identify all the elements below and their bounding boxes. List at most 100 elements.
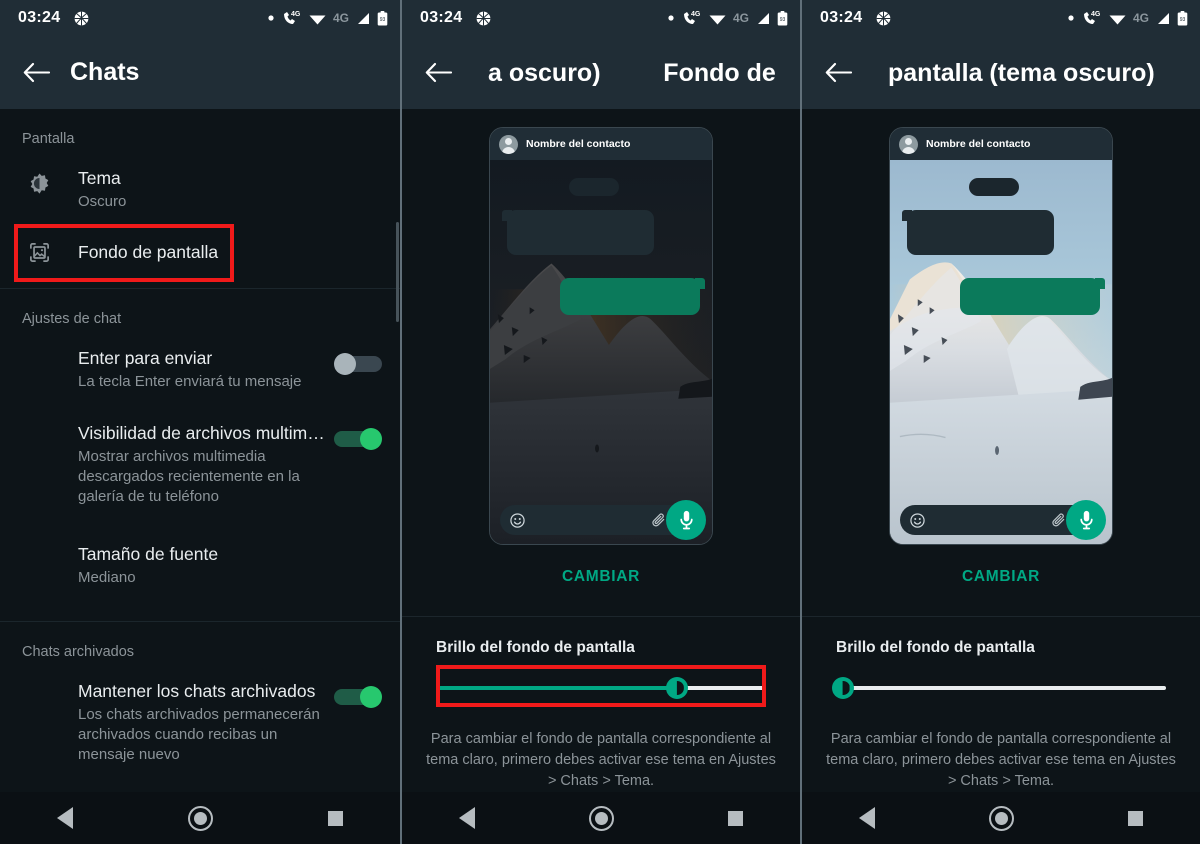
slider-thumb[interactable] <box>665 677 688 699</box>
settings-row-tamano-de-fuente[interactable]: Tamaño de fuente Mediano <box>0 536 400 595</box>
dot-icon <box>668 15 674 21</box>
back-button[interactable] <box>418 62 458 83</box>
brightness-hint: Para cambiar el fondo de pantalla corres… <box>426 731 776 789</box>
brightness-slider-area <box>402 657 800 707</box>
nav-back-icon[interactable] <box>57 807 74 829</box>
android-nav-bar <box>802 792 1200 844</box>
chat-preview-header: Nombre del contacto <box>890 128 1112 160</box>
nav-recents-icon[interactable] <box>1128 810 1143 826</box>
back-button[interactable] <box>818 62 858 83</box>
brightness-hint: Para cambiar el fondo de pantalla corres… <box>826 731 1176 789</box>
svg-text:4G: 4G <box>1091 11 1101 18</box>
settings-row-mantener-chats-archivados[interactable]: Mantener los chats archivados Los chats … <box>0 673 400 772</box>
brightness-slider[interactable] <box>436 677 766 699</box>
page-title: Chats <box>70 58 140 86</box>
arrow-back-icon <box>425 62 452 83</box>
basketball-icon <box>877 11 891 25</box>
arrow-back-icon <box>825 62 852 83</box>
settings-row-tamano-title: Tamaño de fuente <box>78 544 219 564</box>
brightness-slider[interactable] <box>831 677 1166 699</box>
settings-row-fondo-de-pantalla[interactable]: Fondo de pantalla <box>0 219 400 286</box>
change-wallpaper-button[interactable]: CAMBIAR <box>402 545 800 586</box>
brightness-slider-area <box>802 657 1200 699</box>
wifi-icon <box>1109 15 1126 24</box>
microphone-icon[interactable] <box>1066 500 1106 540</box>
panel-wallpaper-dark-bright: 03:24 4G 4G 93 pantalla (tema oscuro) No… <box>800 0 1200 844</box>
dot-icon <box>1068 15 1074 21</box>
chat-preview-wrapper: Nombre del contacto <box>402 109 800 545</box>
battery-icon: 93 <box>1177 10 1188 25</box>
settings-row-enter-subtitle: La tecla Enter enviará tu mensaje <box>78 373 302 390</box>
brightness-label: Brillo del fondo de pantalla <box>836 639 1035 656</box>
incoming-bubble-placeholder <box>502 210 654 255</box>
toolbar-wallpaper: a oscuro) Fondo de p <box>402 36 800 109</box>
android-nav-bar <box>402 792 800 844</box>
status-bar-time: 03:24 <box>18 9 61 26</box>
chat-bubbles <box>890 160 1112 544</box>
signal-4g-label: 4G <box>1132 11 1149 25</box>
status-bar-icons: 4G 4G 93 <box>267 10 388 26</box>
call-4g-icon: 4G <box>1083 11 1101 24</box>
nav-home-icon[interactable] <box>589 805 614 831</box>
settings-row-tema[interactable]: Tema Oscuro <box>0 160 400 219</box>
date-chip-placeholder <box>969 178 1019 196</box>
emoji-icon[interactable] <box>510 512 525 528</box>
scrollbar[interactable] <box>396 222 399 322</box>
wallpaper-image-icon <box>22 241 56 264</box>
chat-preview: Nombre del contacto <box>889 127 1113 545</box>
nav-back-icon[interactable] <box>859 807 875 829</box>
signal-4g-label: 4G <box>732 11 749 25</box>
back-button[interactable] <box>16 62 56 83</box>
battery-icon: 93 <box>377 10 388 25</box>
settings-row-mantener-subtitle: Los chats archivados permanecerán archiv… <box>78 706 320 763</box>
nav-back-icon[interactable] <box>459 807 475 829</box>
settings-row-fondo-body: Fondo de pantalla <box>56 241 382 264</box>
status-bar: 03:24 4G 4G 93 <box>0 0 400 36</box>
nav-recents-icon[interactable] <box>728 810 743 826</box>
signal-bars-icon <box>358 12 369 24</box>
dot-icon <box>268 15 274 21</box>
change-wallpaper-button[interactable]: CAMBIAR <box>802 545 1200 586</box>
chat-preview-header: Nombre del contacto <box>490 128 712 160</box>
row-icon-spacer <box>22 347 56 352</box>
svg-text:4G: 4G <box>691 11 701 18</box>
attach-clip-icon[interactable] <box>1052 513 1066 527</box>
status-bar-icons: 4G 4G 93 <box>1067 10 1188 26</box>
settings-row-visibilidad-multimedia[interactable]: Visibilidad de archivos multim… Mostrar … <box>0 415 400 514</box>
settings-row-tamano-subtitle: Mediano <box>78 569 136 586</box>
three-panel-screenshot: 03:24 4G 4G 93 Chats Pantalla Tema Oscur… <box>0 0 1200 844</box>
status-bar: 03:24 4G 4G 93 <box>402 0 800 36</box>
panel-wallpaper-dark-dimmed: 03:24 4G 4G 93 a oscuro) Fondo de p <box>400 0 800 844</box>
row-icon-spacer <box>22 422 56 427</box>
battery-icon: 93 <box>777 10 788 25</box>
toggle-mantener-chats-archivados[interactable] <box>334 686 382 708</box>
wallpaper-preview-content: Nombre del contacto CAMBIAR Brillo del f… <box>402 109 800 844</box>
settings-row-visibilidad-body: Visibilidad de archivos multim… Mostrar … <box>56 422 334 507</box>
attach-clip-icon[interactable] <box>652 513 666 527</box>
contact-name: Nombre del contacto <box>526 138 631 150</box>
wifi-icon <box>709 15 726 24</box>
page-title-right-part: Fondo de p <box>663 58 784 87</box>
settings-row-mantener-body: Mantener los chats archivados Los chats … <box>56 680 334 765</box>
emoji-icon[interactable] <box>910 512 925 528</box>
settings-row-tamano-body: Tamaño de fuente Mediano <box>56 543 382 588</box>
outgoing-bubble-placeholder <box>560 278 705 315</box>
page-title-left-part: a oscuro) <box>488 58 601 87</box>
slider-rail <box>836 686 1166 690</box>
slider-thumb[interactable] <box>831 677 854 699</box>
settings-row-fondo-title: Fondo de pantalla <box>78 242 219 262</box>
microphone-icon[interactable] <box>666 500 706 540</box>
svg-text:93: 93 <box>380 17 386 23</box>
nav-recents-icon[interactable] <box>327 810 343 826</box>
toggle-visibilidad-multimedia[interactable] <box>334 428 382 450</box>
settings-row-enter-para-enviar[interactable]: Enter para enviar La tecla Enter enviará… <box>0 340 400 399</box>
nav-home-icon[interactable] <box>187 805 213 831</box>
signal-bars-icon <box>1158 12 1169 24</box>
section-header-chats-archivados: Chats archivados <box>22 644 135 660</box>
settings-row-enter-body: Enter para enviar La tecla Enter enviará… <box>56 347 334 392</box>
toggle-enter-para-enviar[interactable] <box>334 353 382 375</box>
nav-home-icon[interactable] <box>989 805 1014 831</box>
settings-row-visibilidad-subtitle: Mostrar archivos multimedia descargados … <box>78 448 300 505</box>
settings-row-tema-title: Tema <box>78 168 121 188</box>
settings-row-tema-body: Tema Oscuro <box>56 167 382 212</box>
